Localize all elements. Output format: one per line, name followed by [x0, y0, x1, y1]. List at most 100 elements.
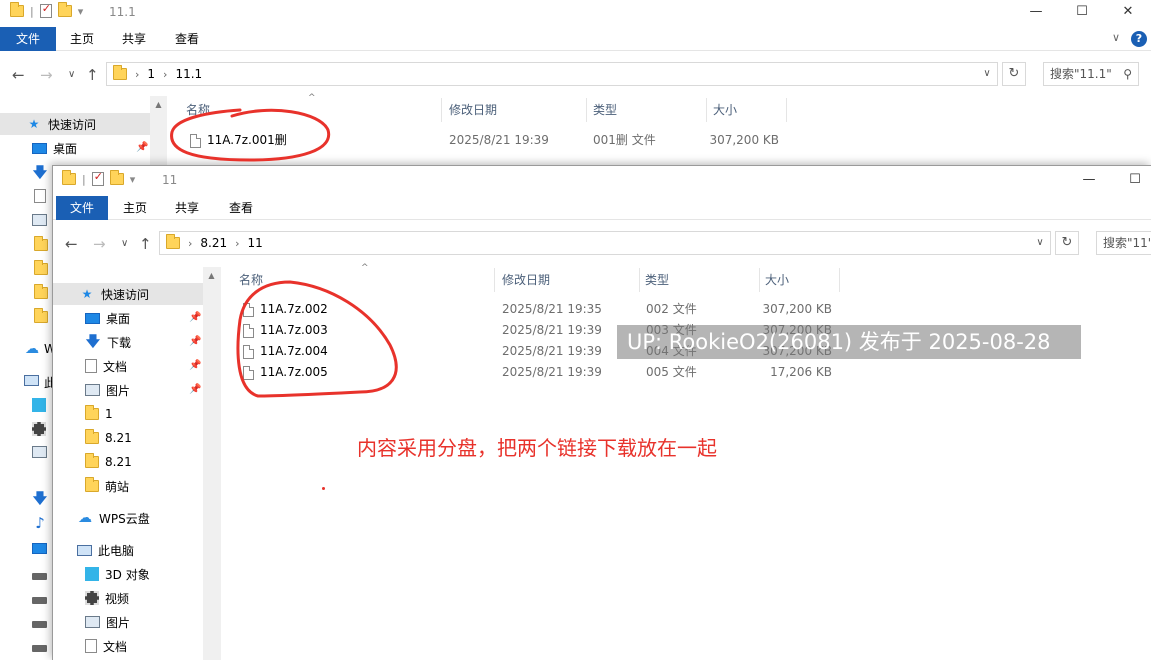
nav-item[interactable]: ☁ WPS云盘: [53, 507, 203, 529]
up-button[interactable]: ↑: [86, 66, 99, 84]
up-button[interactable]: ↑: [139, 235, 152, 253]
search-input[interactable]: 搜索"11.1" ⚲: [1043, 62, 1139, 86]
back-button[interactable]: ←: [12, 66, 25, 84]
forward-button[interactable]: →: [93, 235, 106, 253]
column-type[interactable]: 类型: [593, 98, 617, 122]
recent-locations-icon[interactable]: ∨: [68, 69, 75, 80]
nav-item[interactable]: 萌站: [53, 475, 203, 497]
file-type: 002 文件: [646, 302, 697, 316]
column-name[interactable]: 名称: [186, 98, 210, 122]
breadcrumb-item[interactable]: 11: [248, 236, 263, 250]
chevron-right-icon[interactable]: ›: [135, 68, 139, 81]
nav-item[interactable]: 🡇 下载: [53, 331, 203, 353]
window-title: 11: [162, 173, 178, 187]
customize-toolbar-icon[interactable]: ▾: [78, 5, 84, 18]
back-button[interactable]: ←: [65, 235, 78, 253]
recent-locations-icon[interactable]: ∨: [121, 238, 128, 249]
refresh-button[interactable]: ↻: [1002, 62, 1026, 86]
nav-quick-access[interactable]: ★ 快速访问: [0, 113, 150, 135]
column-size[interactable]: 大小: [765, 268, 789, 292]
tab-view[interactable]: 查看: [217, 196, 265, 220]
file-row[interactable]: 11A.7z.002 2025/8/21 19:35 002 文件 307,200 K…: [239, 299, 859, 320]
star-icon: ★: [28, 117, 40, 131]
search-input[interactable]: 搜索"11": [1096, 231, 1151, 255]
3d-objects-icon: [32, 398, 46, 412]
address-bar[interactable]: › 1 › 11.1 ∨: [106, 62, 998, 86]
nav-scrollbar[interactable]: ▲: [150, 96, 167, 166]
folder-icon: [166, 234, 180, 249]
nav-item[interactable]: 此电脑: [53, 539, 203, 561]
file-name: 11A.7z.004: [260, 344, 328, 358]
scroll-up-icon[interactable]: ▲: [203, 267, 220, 284]
nav-item[interactable]: 文档: [53, 635, 203, 657]
breadcrumb-item[interactable]: 8.21: [200, 236, 227, 250]
minimize-button[interactable]: —: [1066, 168, 1112, 193]
scroll-up-icon[interactable]: ▲: [150, 96, 167, 113]
minimize-button[interactable]: —: [1013, 0, 1059, 25]
tab-home[interactable]: 主页: [111, 196, 159, 220]
column-name[interactable]: 名称: [239, 268, 263, 292]
breadcrumb-item[interactable]: 11.1: [175, 67, 202, 81]
nav-item[interactable]: 1: [53, 403, 203, 425]
tab-home[interactable]: 主页: [58, 27, 106, 51]
nav-item[interactable]: 桌面: [53, 307, 203, 329]
nav-item[interactable]: 3D 对象: [53, 563, 203, 585]
file-name: 11A.7z.005: [260, 365, 328, 379]
chevron-right-icon[interactable]: ›: [188, 237, 192, 250]
breadcrumb-item[interactable]: 1: [147, 67, 155, 81]
nav-item[interactable]: ★ 快速访问: [53, 283, 203, 305]
chevron-right-icon[interactable]: ›: [235, 237, 239, 250]
properties-icon[interactable]: [39, 2, 52, 18]
nav-item[interactable]: 8.21: [53, 451, 203, 473]
pin-icon[interactable]: 📌: [189, 360, 201, 371]
nav-item[interactable]: 图片: [53, 611, 203, 633]
search-icon: ⚲: [1123, 67, 1132, 81]
address-bar[interactable]: › 8.21 › 11 ∨: [159, 231, 1051, 255]
column-type[interactable]: 类型: [645, 268, 669, 292]
cloud-icon: ☁: [25, 341, 39, 357]
nav-item[interactable]: 文档: [53, 355, 203, 377]
download-icon: 🡇: [32, 491, 48, 507]
pin-icon[interactable]: 📌: [136, 142, 148, 153]
column-date-modified[interactable]: 修改日期: [502, 268, 550, 292]
column-date-modified[interactable]: 修改日期: [449, 98, 497, 122]
tab-share[interactable]: 共享: [163, 196, 211, 220]
nav-item[interactable]: 视频: [53, 587, 203, 609]
address-dropdown-icon[interactable]: ∨: [1030, 232, 1050, 254]
chevron-right-icon[interactable]: ›: [163, 68, 167, 81]
close-button[interactable]: ✕: [1105, 0, 1151, 25]
nav-scrollbar[interactable]: ▲: [203, 267, 220, 660]
ribbon-expand-icon[interactable]: ∨: [1112, 31, 1120, 44]
forward-button[interactable]: →: [40, 66, 53, 84]
pin-icon[interactable]: 📌: [189, 336, 201, 347]
address-row: ← → ∨ ↑ › 1 › 11.1 ∨ ↻ 搜索"11.1" ⚲: [0, 57, 1151, 93]
tab-view[interactable]: 查看: [163, 27, 211, 51]
folder-icon: [113, 65, 127, 80]
customize-toolbar-icon[interactable]: ▾: [130, 173, 136, 186]
tab-share[interactable]: 共享: [110, 27, 158, 51]
properties-icon[interactable]: [91, 170, 104, 186]
pc-icon: [24, 375, 39, 386]
maximize-button[interactable]: ☐: [1112, 168, 1151, 193]
tab-file[interactable]: 文件: [56, 196, 108, 220]
address-dropdown-icon[interactable]: ∨: [977, 63, 997, 85]
help-icon[interactable]: ?: [1131, 31, 1147, 47]
watermark: UP: RookieO2(26081) 发布于 2025-08-28: [617, 325, 1081, 359]
file-row[interactable]: 11A.7z.001删 2025/8/21 19:39 001删 文件 307,…: [186, 130, 806, 151]
folder-icon: [34, 284, 48, 299]
cloud-icon: ☁: [78, 510, 92, 526]
nav-desktop[interactable]: 桌面: [0, 137, 150, 159]
download-icon: 🡇: [85, 334, 101, 350]
maximize-button[interactable]: ☐: [1059, 0, 1105, 25]
pin-icon[interactable]: 📌: [189, 312, 201, 323]
folder-icon: [85, 453, 99, 468]
column-size[interactable]: 大小: [713, 98, 737, 122]
file-row[interactable]: 11A.7z.005 2025/8/21 19:39 005 文件 17,206 KB: [239, 362, 859, 383]
refresh-button[interactable]: ↻: [1055, 231, 1079, 255]
new-folder-icon[interactable]: [57, 2, 72, 17]
tab-file[interactable]: 文件: [0, 27, 56, 51]
nav-item[interactable]: 8.21: [53, 427, 203, 449]
nav-item[interactable]: 图片: [53, 379, 203, 401]
new-folder-icon[interactable]: [109, 170, 124, 185]
pin-icon[interactable]: 📌: [189, 384, 201, 395]
